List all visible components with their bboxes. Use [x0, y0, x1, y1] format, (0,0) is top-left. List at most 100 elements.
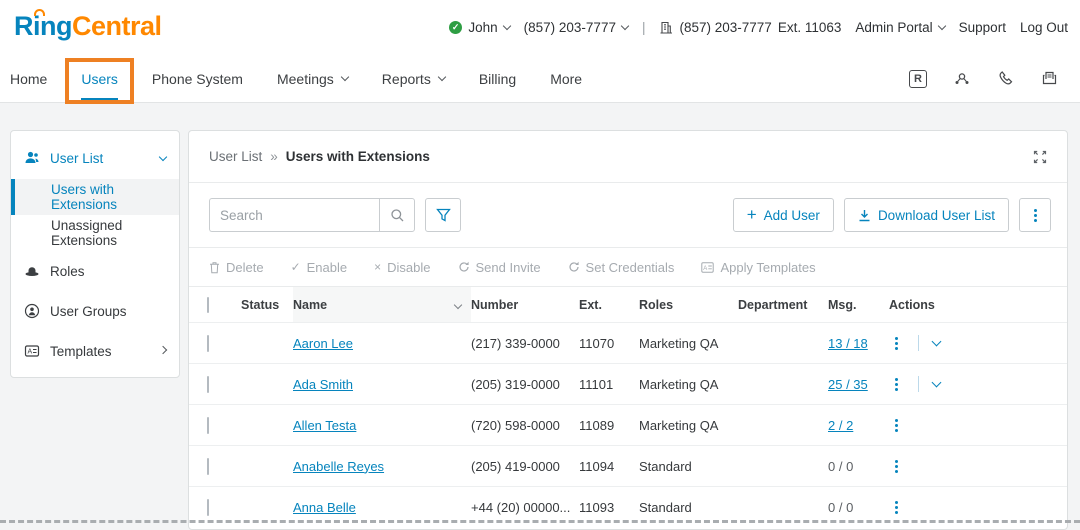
controls-row: + Add User Download User List [189, 183, 1067, 247]
table-row: Aaron Lee (217) 339-0000 11070 Marketing… [189, 322, 1067, 363]
direct-number: (857) 203-7777 [523, 20, 616, 35]
row-kebab-icon[interactable] [895, 382, 898, 386]
users-panel: User List » Users with Extensions + Add … [188, 130, 1068, 530]
nav-quick-icons: R [909, 69, 1080, 88]
logo-central: Central [72, 11, 162, 41]
fax-icon[interactable] [1041, 70, 1058, 87]
bulk-actions-toolbar: Delete ✓ Enable × Disable Send Invite Se… [189, 247, 1067, 287]
trash-icon [210, 261, 219, 273]
row-checkbox[interactable] [207, 375, 209, 393]
add-user-button[interactable]: + Add User [732, 198, 834, 232]
row-kebab-icon[interactable] [895, 505, 898, 509]
msg-count-link[interactable]: 25 / 35 [828, 377, 868, 392]
user-groups-icon [24, 303, 40, 319]
set-credentials-action[interactable]: Set Credentials [568, 260, 674, 275]
sidebar-label-templates: Templates [50, 343, 112, 359]
kebab-icon [1033, 213, 1037, 217]
table-header: Status Name Number Ext. Roles Department… [189, 287, 1067, 322]
user-roles: Marketing QA [639, 335, 719, 351]
nav-meetings[interactable]: Meetings [277, 71, 350, 87]
row-kebab-icon[interactable] [895, 341, 898, 345]
network-icon[interactable] [953, 70, 971, 88]
filter-funnel-icon [435, 208, 451, 222]
row-checkbox[interactable] [207, 498, 209, 516]
user-name: John [468, 20, 498, 35]
msg-count: 0 / 0 [828, 458, 854, 474]
nav-users[interactable]: Users [65, 57, 134, 104]
user-name-link[interactable]: Aaron Lee [293, 336, 353, 351]
search-input[interactable] [209, 198, 379, 232]
row-kebab-icon[interactable] [895, 464, 898, 468]
chevron-down-icon [620, 21, 630, 31]
user-ext: 11094 [579, 458, 615, 474]
user-roles: Marketing QA [639, 376, 719, 392]
search-icon [390, 208, 403, 221]
user-name-link[interactable]: Anna Belle [293, 500, 356, 515]
filter-button[interactable] [425, 198, 461, 232]
user-ext: 11089 [579, 417, 615, 433]
sidebar-item-user-list[interactable]: User List [11, 137, 179, 179]
ringcentral-app-icon[interactable]: R [909, 69, 927, 88]
row-checkbox[interactable] [207, 416, 209, 434]
disable-action[interactable]: × Disable [374, 260, 430, 275]
row-checkbox[interactable] [207, 457, 209, 475]
table-row: Allen Testa (720) 598-0000 11089 Marketi… [189, 404, 1067, 445]
row-expand-chevron-icon[interactable] [931, 377, 942, 388]
company-number-value: (857) 203-7777 [679, 20, 772, 35]
direct-number-menu[interactable]: (857) 203-7777 [523, 20, 630, 35]
col-name[interactable]: Name [293, 287, 471, 322]
user-name-link[interactable]: Ada Smith [293, 377, 353, 392]
delete-action[interactable]: Delete [209, 260, 264, 275]
main-nav: Home Users Phone System Meetings Reports… [0, 55, 1080, 104]
sidebar-label-user-list: User List [50, 150, 104, 166]
sidebar-item-users-with-extensions[interactable]: Users with Extensions [11, 179, 179, 215]
user-roles: Standard [639, 499, 692, 515]
chevron-down-icon [502, 21, 511, 31]
download-user-list-button[interactable]: Download User List [843, 198, 1009, 232]
msg-count-link[interactable]: 13 / 18 [828, 336, 868, 351]
user-roles: Marketing QA [639, 417, 719, 433]
refresh-icon [568, 261, 579, 272]
x-icon: × [374, 260, 382, 274]
logout-link[interactable]: Log Out [1020, 20, 1068, 35]
admin-portal-menu[interactable]: Admin Portal [855, 20, 946, 35]
breadcrumb-parent[interactable]: User List [209, 149, 262, 164]
user-name-link[interactable]: Allen Testa [293, 418, 356, 433]
row-expand-chevron-icon[interactable] [931, 336, 942, 347]
phone-icon[interactable] [997, 70, 1015, 88]
user-name-link[interactable]: Anabelle Reyes [293, 459, 384, 474]
col-ext: Ext. [579, 297, 602, 312]
sidebar-label-user-groups: User Groups [50, 303, 127, 319]
more-options-button[interactable] [1019, 198, 1051, 232]
top-header: RingCentral John (857) 203-7777 | (857) … [0, 0, 1080, 55]
send-invite-action[interactable]: Send Invite [458, 260, 541, 275]
sidebar-label-roles: Roles [50, 263, 85, 279]
company-number: (857) 203-7777 Ext. 11063 [659, 20, 841, 35]
user-menu[interactable]: John [449, 20, 511, 35]
col-number: Number [471, 297, 519, 312]
topbar-divider: | [641, 20, 646, 35]
nav-phone-system[interactable]: Phone System [152, 71, 243, 87]
row-kebab-icon[interactable] [895, 423, 898, 427]
sidebar-item-user-groups[interactable]: User Groups [11, 291, 179, 331]
apply-templates-action[interactable]: A Apply Templates [701, 260, 816, 275]
chevron-down-icon [437, 72, 447, 82]
nav-home[interactable]: Home [10, 71, 47, 87]
user-number: (205) 419-0000 [471, 458, 560, 474]
nav-billing[interactable]: Billing [479, 71, 516, 87]
user-list-icon [25, 151, 39, 163]
user-ext: 11101 [579, 376, 614, 392]
search-button[interactable] [379, 198, 415, 232]
sidebar-item-unassigned-extensions[interactable]: Unassigned Extensions [11, 215, 179, 251]
nav-reports[interactable]: Reports [382, 71, 447, 87]
enable-action[interactable]: ✓ Enable [291, 260, 348, 275]
expand-button[interactable] [1033, 150, 1047, 164]
msg-count-link[interactable]: 2 / 2 [828, 418, 853, 433]
support-link[interactable]: Support [959, 20, 1006, 35]
select-all-checkbox[interactable] [207, 296, 209, 313]
row-checkbox[interactable] [207, 334, 209, 352]
sidebar-item-roles[interactable]: Roles [11, 251, 179, 291]
sidebar-item-templates[interactable]: A Templates [11, 331, 179, 371]
col-department: Department [738, 297, 808, 312]
nav-more[interactable]: More [550, 71, 582, 87]
